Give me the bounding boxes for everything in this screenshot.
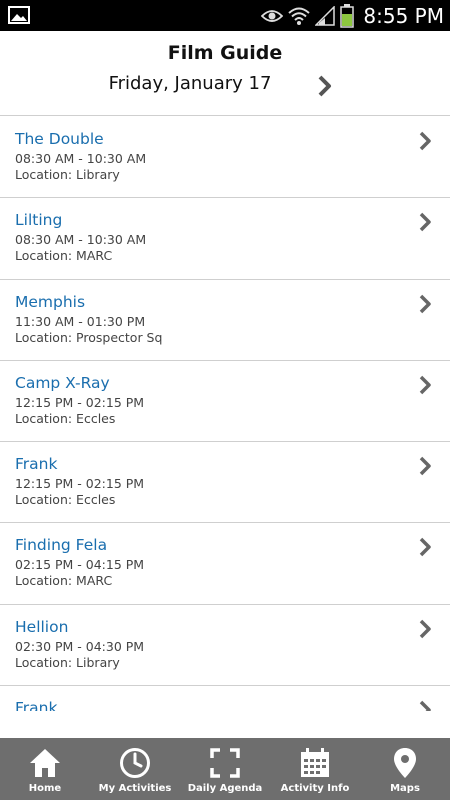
film-time: 08:30 AM - 10:30 AM [15, 232, 147, 248]
chevron-right-icon[interactable] [416, 454, 434, 478]
film-time: 11:30 AM - 01:30 PM [15, 313, 146, 329]
header: Film Guide Friday, January 17 [0, 31, 450, 116]
film-location: Location: Library [15, 167, 120, 182]
tab-label: My Activities [98, 783, 172, 794]
film-title[interactable]: Frank [15, 455, 57, 473]
film-location: Location: Library [15, 654, 120, 670]
film-list[interactable]: The Double 08:30 AM - 10:30 AM Location:… [0, 117, 450, 711]
image-notification-icon [8, 6, 30, 24]
chevron-right-icon[interactable] [416, 292, 434, 316]
tab-bar: Home My Activities Daily Agenda Activity… [0, 738, 450, 800]
wifi-icon [288, 7, 311, 25]
film-title[interactable]: The Double [15, 130, 104, 148]
chevron-right-icon[interactable] [416, 373, 434, 397]
film-row[interactable]: Finding Fela 02:15 PM - 04:15 PM Locatio… [0, 523, 450, 605]
tab-maps[interactable]: Maps [360, 738, 450, 800]
chevron-right-icon[interactable] [416, 617, 434, 641]
map-pin-icon [394, 748, 416, 778]
tab-daily-agenda[interactable]: Daily Agenda [180, 738, 270, 800]
chevron-right-icon[interactable] [314, 73, 336, 99]
status-icons: 8:55 PM [261, 2, 444, 29]
battery-icon [340, 3, 355, 28]
tab-activity-info[interactable]: Activity Info [270, 738, 360, 800]
film-time: 12:15 PM - 02:15 PM [15, 476, 145, 492]
chevron-right-icon[interactable] [416, 210, 434, 234]
film-title[interactable]: Memphis [15, 293, 85, 311]
film-location: Location: MARC [15, 248, 113, 264]
film-time: 02:15 PM - 04:15 PM [15, 557, 145, 573]
page-title: Film Guide [167, 42, 283, 64]
film-time: 12:15 PM - 02:15 PM [15, 394, 145, 410]
film-row[interactable]: Camp X-Ray 12:15 PM - 02:15 PM Location:… [0, 361, 450, 443]
status-bar: 8:55 PM [0, 0, 450, 31]
film-title[interactable]: Hellion [15, 618, 68, 636]
calendar-icon [301, 748, 329, 777]
film-title[interactable]: Camp X-Ray [15, 374, 110, 392]
tab-label: Home [28, 783, 62, 794]
film-location: Location: Eccles [15, 492, 116, 508]
film-row[interactable]: The Double 08:30 AM - 10:30 AM Location:… [0, 117, 450, 199]
signal-icon [315, 5, 336, 26]
home-icon [30, 749, 60, 777]
film-row[interactable]: Lilting 08:30 AM - 10:30 AM Location: MA… [0, 198, 450, 280]
tab-my-activities[interactable]: My Activities [90, 738, 180, 800]
tab-label: Maps [390, 783, 420, 794]
expand-icon [210, 748, 240, 778]
film-row[interactable]: Memphis 11:30 AM - 01:30 PM Location: Pr… [0, 280, 450, 361]
status-time: 8:55 PM [363, 3, 444, 28]
film-location: Location: Eccles [15, 410, 116, 426]
film-row[interactable]: Hellion 02:30 PM - 04:30 PM Location: Li… [0, 605, 450, 687]
chevron-right-icon[interactable] [416, 129, 434, 153]
film-location: Location: Prospector Sq [15, 329, 163, 345]
film-title[interactable]: Frank [15, 699, 57, 711]
tab-label: Activity Info [280, 783, 350, 794]
chevron-right-icon[interactable] [416, 698, 434, 711]
film-title[interactable]: Finding Fela [15, 536, 107, 554]
film-time: 02:30 PM - 04:30 PM [15, 638, 145, 654]
film-location: Location: MARC [15, 573, 113, 589]
clock-icon [120, 748, 150, 778]
eye-icon [261, 9, 284, 22]
film-row[interactable]: Frank [0, 686, 450, 711]
tab-home[interactable]: Home [0, 738, 90, 800]
chevron-right-icon[interactable] [416, 535, 434, 559]
tab-label: Daily Agenda [187, 783, 263, 794]
film-row[interactable]: Frank 12:15 PM - 02:15 PM Location: Eccl… [0, 442, 450, 524]
film-time: 08:30 AM - 10:30 AM [15, 151, 147, 166]
film-title[interactable]: Lilting [15, 211, 62, 229]
